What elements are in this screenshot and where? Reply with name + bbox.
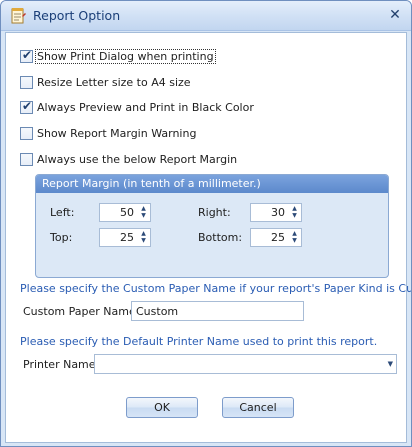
- top-margin-value: 25: [120, 231, 134, 244]
- custom-paper-value: Custom: [136, 305, 179, 318]
- checkbox-show-print-dialog[interactable]: ✔: [20, 47, 33, 63]
- option-black-color[interactable]: ✔ Always Preview and Print in Black Colo…: [20, 99, 255, 115]
- dialog-title: Report Option: [33, 8, 121, 23]
- option-margin-warning[interactable]: Show Report Margin Warning: [20, 125, 197, 141]
- check-icon: ✔: [22, 47, 33, 62]
- printer-name-hint: Please specify the Default Printer Name …: [20, 335, 378, 348]
- report-margin-header: Report Margin (in tenth of a millimeter.…: [36, 175, 388, 193]
- checkbox-use-report-margin[interactable]: [20, 152, 33, 166]
- right-margin-label: Right:: [198, 206, 231, 219]
- bottom-margin-spinner[interactable]: 25 ▲ ▼: [250, 228, 302, 247]
- spin-up-icon[interactable]: ▲: [138, 230, 149, 237]
- title-bar: Report Option ✕: [1, 1, 411, 31]
- checkbox-resize-letter-a4[interactable]: [20, 75, 33, 89]
- printer-name-combo[interactable]: ▼: [94, 354, 397, 374]
- report-notepad-icon: [11, 8, 26, 24]
- top-margin-spinner[interactable]: 25 ▲ ▼: [99, 228, 151, 247]
- dialog-body: ✔ Show Print Dialog when printing Resize…: [5, 32, 411, 443]
- option-label: Show Report Margin Warning: [37, 126, 197, 140]
- option-label: Always use the below Report Margin: [37, 152, 238, 166]
- bottom-margin-value: 25: [271, 231, 285, 244]
- check-icon: ✔: [22, 98, 33, 113]
- bottom-margin-label: Bottom:: [198, 231, 243, 244]
- spin-up-icon[interactable]: ▲: [289, 205, 300, 212]
- option-label: Resize Letter size to A4 size: [37, 75, 191, 89]
- option-label: Show Print Dialog when printing: [35, 48, 216, 64]
- report-option-dialog: Report Option ✕ ✔ Show Print Dialog when…: [0, 0, 412, 447]
- option-use-report-margin[interactable]: Always use the below Report Margin: [20, 151, 238, 167]
- close-icon: ✕: [389, 7, 401, 23]
- right-margin-spinner[interactable]: 30 ▲ ▼: [250, 203, 302, 222]
- chevron-down-icon[interactable]: ▼: [388, 360, 393, 368]
- left-margin-spinner[interactable]: 50 ▲ ▼: [99, 203, 151, 222]
- spin-up-icon[interactable]: ▲: [289, 230, 300, 237]
- spin-down-icon[interactable]: ▼: [138, 237, 149, 244]
- custom-paper-input[interactable]: Custom: [131, 301, 304, 321]
- printer-name-label: Printer Name:: [23, 358, 100, 371]
- right-margin-value: 30: [271, 206, 285, 219]
- spin-down-icon[interactable]: ▼: [138, 212, 149, 219]
- spin-down-icon[interactable]: ▼: [289, 237, 300, 244]
- ok-button[interactable]: OK: [126, 397, 198, 418]
- option-show-print-dialog[interactable]: ✔ Show Print Dialog when printing: [20, 47, 216, 64]
- spin-down-icon[interactable]: ▼: [289, 212, 300, 219]
- top-margin-label: Top:: [50, 231, 73, 244]
- report-margin-group: Report Margin (in tenth of a millimeter.…: [35, 174, 389, 278]
- custom-paper-label: Custom Paper Name:: [23, 305, 140, 318]
- custom-paper-hint: Please specify the Custom Paper Name if …: [20, 282, 412, 295]
- checkbox-margin-warning[interactable]: [20, 126, 33, 140]
- cancel-button[interactable]: Cancel: [222, 397, 294, 418]
- checkbox-black-color[interactable]: ✔: [20, 98, 33, 114]
- close-button[interactable]: ✕: [387, 7, 403, 23]
- option-label: Always Preview and Print in Black Color: [37, 100, 254, 114]
- left-margin-value: 50: [120, 206, 134, 219]
- spin-up-icon[interactable]: ▲: [138, 205, 149, 212]
- left-margin-label: Left:: [50, 206, 75, 219]
- option-resize-letter-a4[interactable]: Resize Letter size to A4 size: [20, 74, 192, 90]
